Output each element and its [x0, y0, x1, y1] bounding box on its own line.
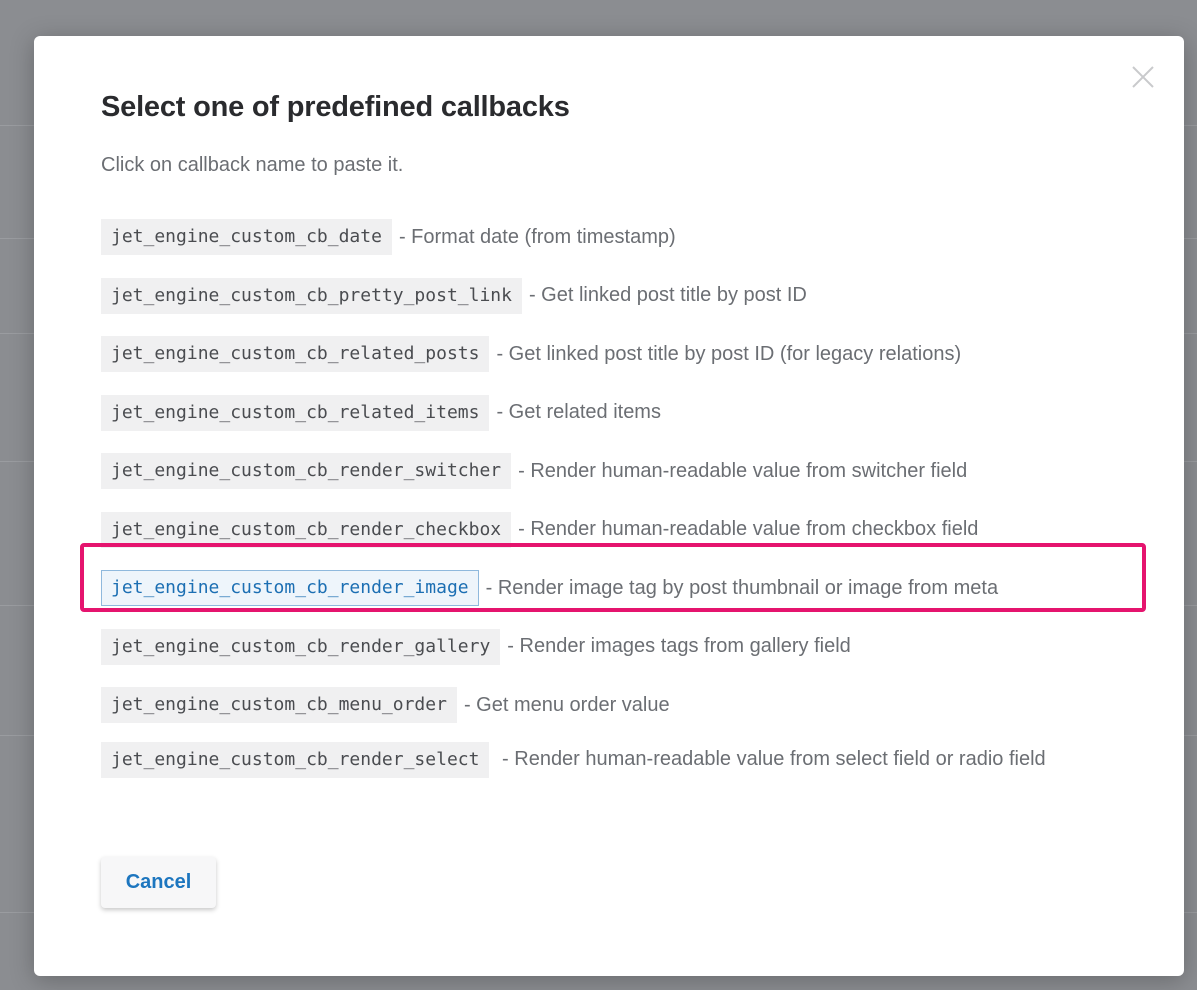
- callback-description: - Get related items: [496, 401, 661, 424]
- callback-description: - Get linked post title by post ID: [528, 284, 807, 307]
- callback-item: jet_engine_custom_cb_date - Format date …: [101, 208, 1111, 267]
- callback-name[interactable]: jet_engine_custom_cb_related_posts: [101, 336, 490, 373]
- callback-item: jet_engine_custom_cb_pretty_post_link - …: [101, 267, 1111, 326]
- dialog-title: Select one of predefined callbacks: [101, 91, 570, 123]
- callback-name[interactable]: jet_engine_custom_cb_menu_order: [101, 687, 457, 724]
- callback-name-selected[interactable]: jet_engine_custom_cb_render_image: [101, 570, 479, 607]
- callback-description: - Render human-readable value from selec…: [502, 747, 1046, 770]
- callbacks-dialog: Select one of predefined callbacks Click…: [34, 36, 1184, 976]
- callback-item: jet_engine_custom_cb_render_select - Ren…: [101, 735, 1111, 778]
- callback-item: jet_engine_custom_cb_related_items - Get…: [101, 384, 1111, 443]
- close-button[interactable]: [1128, 62, 1158, 92]
- callback-description: - Render images tags from gallery field: [507, 635, 851, 658]
- callback-item: jet_engine_custom_cb_render_checkbox - R…: [101, 501, 1111, 560]
- callback-name[interactable]: jet_engine_custom_cb_date: [101, 219, 392, 256]
- callback-description: - Get linked post title by post ID (for …: [496, 342, 962, 365]
- callback-item: jet_engine_custom_cb_related_posts - Get…: [101, 325, 1111, 384]
- callback-description: - Render human-readable value from check…: [518, 518, 979, 541]
- callback-description: - Format date (from timestamp): [398, 225, 676, 248]
- callback-name[interactable]: jet_engine_custom_cb_related_items: [101, 394, 490, 431]
- callback-description: - Render image tag by post thumbnail or …: [485, 576, 999, 599]
- callback-description: - Render human-readable value from switc…: [518, 459, 968, 482]
- callback-item: jet_engine_custom_cb_render_gallery - Re…: [101, 618, 1111, 677]
- callback-item-selected: jet_engine_custom_cb_render_image - Rend…: [101, 559, 1111, 618]
- callback-item: jet_engine_custom_cb_render_switcher - R…: [101, 442, 1111, 501]
- close-icon: [1132, 66, 1154, 88]
- callback-name[interactable]: jet_engine_custom_cb_render_switcher: [101, 453, 512, 490]
- callback-item: jet_engine_custom_cb_menu_order - Get me…: [101, 676, 1111, 735]
- callback-description: - Get menu order value: [463, 693, 670, 716]
- dialog-description: Click on callback name to paste it.: [101, 154, 404, 176]
- cancel-button[interactable]: Cancel: [101, 857, 216, 908]
- callback-list: jet_engine_custom_cb_date - Format date …: [101, 208, 1111, 778]
- callback-name[interactable]: jet_engine_custom_cb_render_checkbox: [101, 511, 512, 548]
- callback-name[interactable]: jet_engine_custom_cb_render_gallery: [101, 628, 501, 665]
- callback-name[interactable]: jet_engine_custom_cb_pretty_post_link: [101, 277, 522, 314]
- callback-name[interactable]: jet_engine_custom_cb_render_select: [101, 741, 490, 778]
